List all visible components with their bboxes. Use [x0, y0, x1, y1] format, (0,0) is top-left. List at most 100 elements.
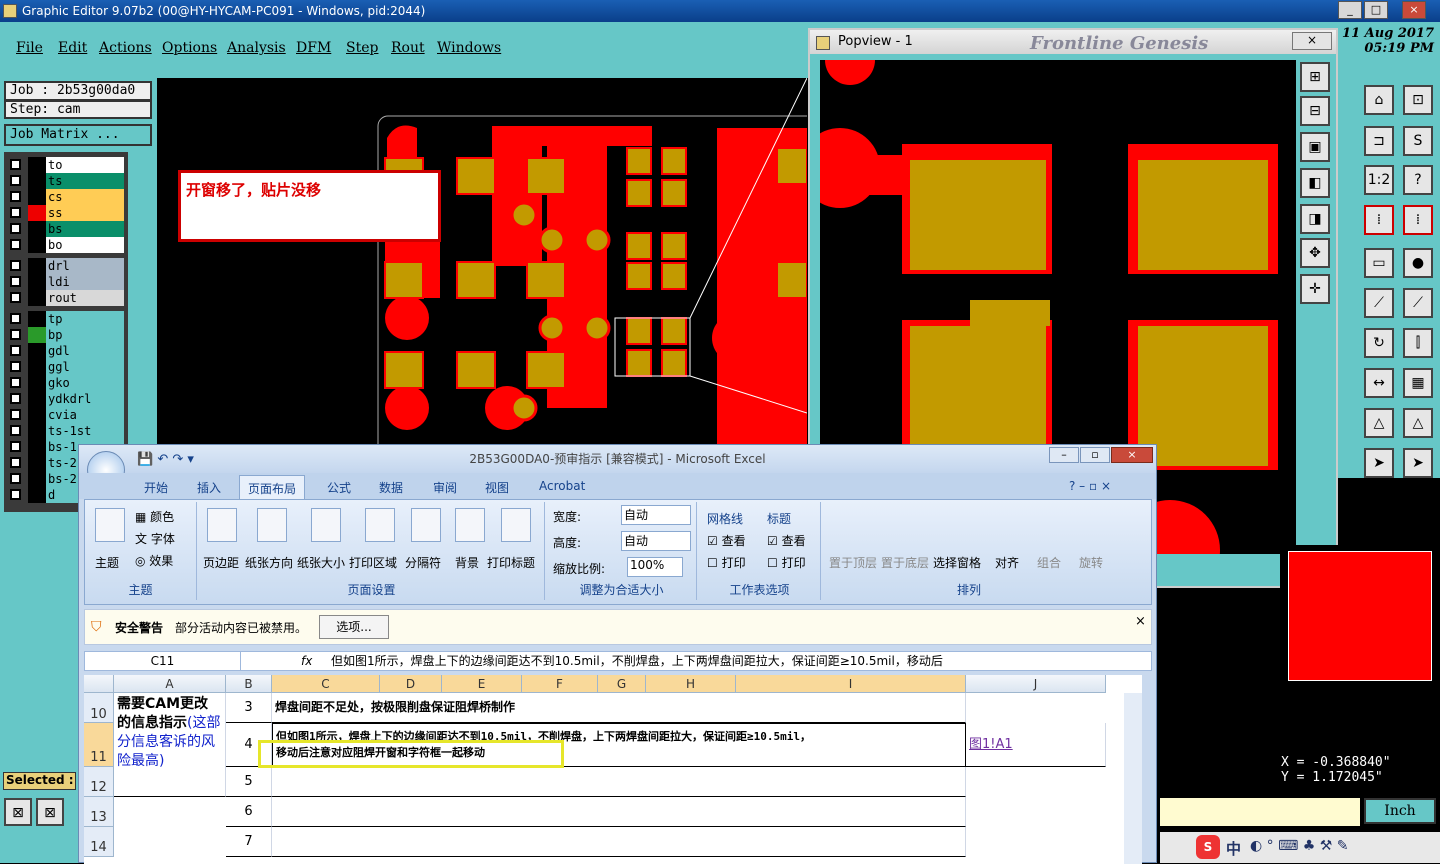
row-header-10[interactable]: 10	[84, 693, 114, 723]
col-header-e[interactable]: E	[442, 675, 522, 693]
layer-color-swatch[interactable]	[28, 423, 46, 439]
layer-color-swatch[interactable]	[28, 407, 46, 423]
colors-button[interactable]: ▦ 颜色	[135, 508, 174, 525]
layer-checkbox[interactable]	[10, 345, 21, 356]
line-icon[interactable]: ⟋	[1364, 288, 1394, 318]
headings-view-checkbox[interactable]: ☑ 查看	[767, 532, 806, 549]
minimize-button[interactable]: _	[1338, 1, 1362, 19]
layer-checkbox[interactable]	[10, 441, 21, 452]
layer-color-swatch[interactable]	[28, 359, 46, 375]
arc-icon[interactable]: ↻	[1364, 328, 1394, 358]
layer-row-ydkdrl[interactable]: ydkdrl	[6, 391, 124, 407]
snap-icon[interactable]: ⊐	[1364, 126, 1394, 156]
layer-row-ts[interactable]: ts	[6, 173, 124, 189]
layer-name[interactable]: ggl	[46, 359, 124, 375]
layer-name[interactable]: ldi	[46, 274, 124, 290]
col-header-d[interactable]: D	[380, 675, 442, 693]
tab-insert[interactable]: 插入	[197, 479, 221, 496]
layer-row-ts-1st[interactable]: ts-1st	[6, 423, 124, 439]
layer-checkbox[interactable]	[10, 425, 21, 436]
layer-checkbox[interactable]	[10, 473, 21, 484]
layers2-icon[interactable]: ⁞	[1403, 205, 1433, 235]
popview-zoom-in-icon[interactable]: ⊞	[1300, 62, 1330, 92]
cell-b14[interactable]: 7	[226, 827, 272, 857]
fx-icon[interactable]: fx	[301, 652, 312, 670]
layer-checkbox[interactable]	[10, 393, 21, 404]
cell-c10[interactable]: 焊盘间距不足处，按极限削盘保证阻焊桥制作	[272, 693, 966, 723]
cursor2-icon[interactable]: ➤	[1403, 448, 1433, 478]
size-button[interactable]: 纸张大小	[297, 554, 345, 571]
layer-row-gdl[interactable]: gdl	[6, 343, 124, 359]
popview-fit-icon[interactable]: ▣	[1300, 132, 1330, 162]
tab-view[interactable]: 视图	[485, 479, 509, 496]
group-button[interactable]: 组合	[1037, 554, 1061, 571]
layer-color-swatch[interactable]	[28, 343, 46, 359]
cell-b10[interactable]: 3	[226, 693, 272, 723]
layer-row-rout[interactable]: rout	[6, 290, 124, 306]
menu-analysis[interactable]: Analysis	[227, 40, 286, 56]
tab-home[interactable]: 开始	[144, 479, 168, 496]
layers-icon[interactable]: ⁞	[1364, 205, 1394, 235]
cell-a10[interactable]: 需要CAM更改的信息指示(这部分信息客诉的风险最高)	[114, 693, 226, 797]
layer-row-drl[interactable]: drl	[6, 258, 124, 274]
layer-color-swatch[interactable]	[28, 471, 46, 487]
layer-row-gko[interactable]: gko	[6, 375, 124, 391]
layer-checkbox[interactable]	[10, 260, 21, 271]
align-button[interactable]: 对齐	[995, 554, 1019, 571]
layer-checkbox[interactable]	[10, 175, 21, 186]
triangle-icon[interactable]: △	[1364, 408, 1394, 438]
rotate-button[interactable]: 旋转	[1079, 554, 1103, 571]
row-header-11[interactable]: 11	[84, 723, 114, 767]
effects-button[interactable]: ◎ 效果	[135, 552, 173, 569]
job-matrix-button[interactable]: Job Matrix ...	[4, 124, 152, 146]
layer-checkbox[interactable]	[10, 159, 21, 170]
layer-color-swatch[interactable]	[28, 274, 46, 290]
menu-actions[interactable]: Actions	[99, 40, 152, 56]
layer-name[interactable]: bp	[46, 327, 124, 343]
col-header-i[interactable]: I	[736, 675, 966, 693]
print-area-button[interactable]: 打印区域	[349, 554, 397, 571]
triangle2-icon[interactable]: △	[1403, 408, 1433, 438]
tab-data[interactable]: 数据	[379, 479, 403, 496]
layer-checkbox[interactable]	[10, 409, 21, 420]
layer-checkbox[interactable]	[10, 292, 21, 303]
gridlines-print-checkbox[interactable]: ☐ 打印	[707, 554, 746, 571]
breaks-button[interactable]: 分隔符	[405, 554, 441, 571]
layer-color-swatch[interactable]	[28, 205, 46, 221]
fonts-button[interactable]: 文 字体	[135, 530, 175, 547]
cell-c13[interactable]	[272, 797, 966, 827]
width-select[interactable]: 自动	[621, 505, 691, 525]
col-header-c[interactable]: C	[272, 675, 380, 693]
tool-icon-2[interactable]: ⊠	[36, 798, 64, 826]
theme-icon[interactable]	[95, 508, 125, 542]
layer-checkbox[interactable]	[10, 191, 21, 202]
tab-formulas[interactable]: 公式	[327, 479, 351, 496]
layer-name[interactable]: rout	[46, 290, 124, 306]
layer-color-swatch[interactable]	[28, 221, 46, 237]
popview-move-icon[interactable]: ✥	[1300, 238, 1330, 268]
layer-checkbox[interactable]	[10, 361, 21, 372]
menu-edit[interactable]: Edit	[58, 40, 87, 56]
menu-windows[interactable]: Windows	[437, 40, 501, 56]
height-select[interactable]: 自动	[621, 531, 691, 551]
cell-b12[interactable]: 5	[226, 767, 272, 797]
gridlines-view-checkbox[interactable]: ☑ 查看	[707, 532, 746, 549]
ratio-icon[interactable]: 1:2	[1364, 165, 1394, 195]
layer-color-swatch[interactable]	[28, 455, 46, 471]
layer-color-swatch[interactable]	[28, 157, 46, 173]
layer-name[interactable]: gdl	[46, 343, 124, 359]
layer-checkbox[interactable]	[10, 207, 21, 218]
layer-name[interactable]: cvia	[46, 407, 124, 423]
col-header-g[interactable]: G	[598, 675, 646, 693]
cell-b13[interactable]: 6	[226, 797, 272, 827]
cell-c12[interactable]	[272, 767, 966, 797]
excel-restore-button[interactable]: ▫	[1080, 447, 1110, 463]
layer-name[interactable]: to	[46, 157, 124, 173]
send-back-button[interactable]: 置于底层	[881, 554, 929, 571]
layer-checkbox[interactable]	[10, 329, 21, 340]
graphic-canvas[interactable]	[157, 78, 807, 448]
col-header-a[interactable]: A	[114, 675, 226, 693]
ribbon-help-icon[interactable]: ? – ▫ ×	[1069, 479, 1111, 493]
shapes-icon[interactable]: ▦	[1403, 368, 1433, 398]
orientation-button[interactable]: 纸张方向	[245, 554, 293, 571]
